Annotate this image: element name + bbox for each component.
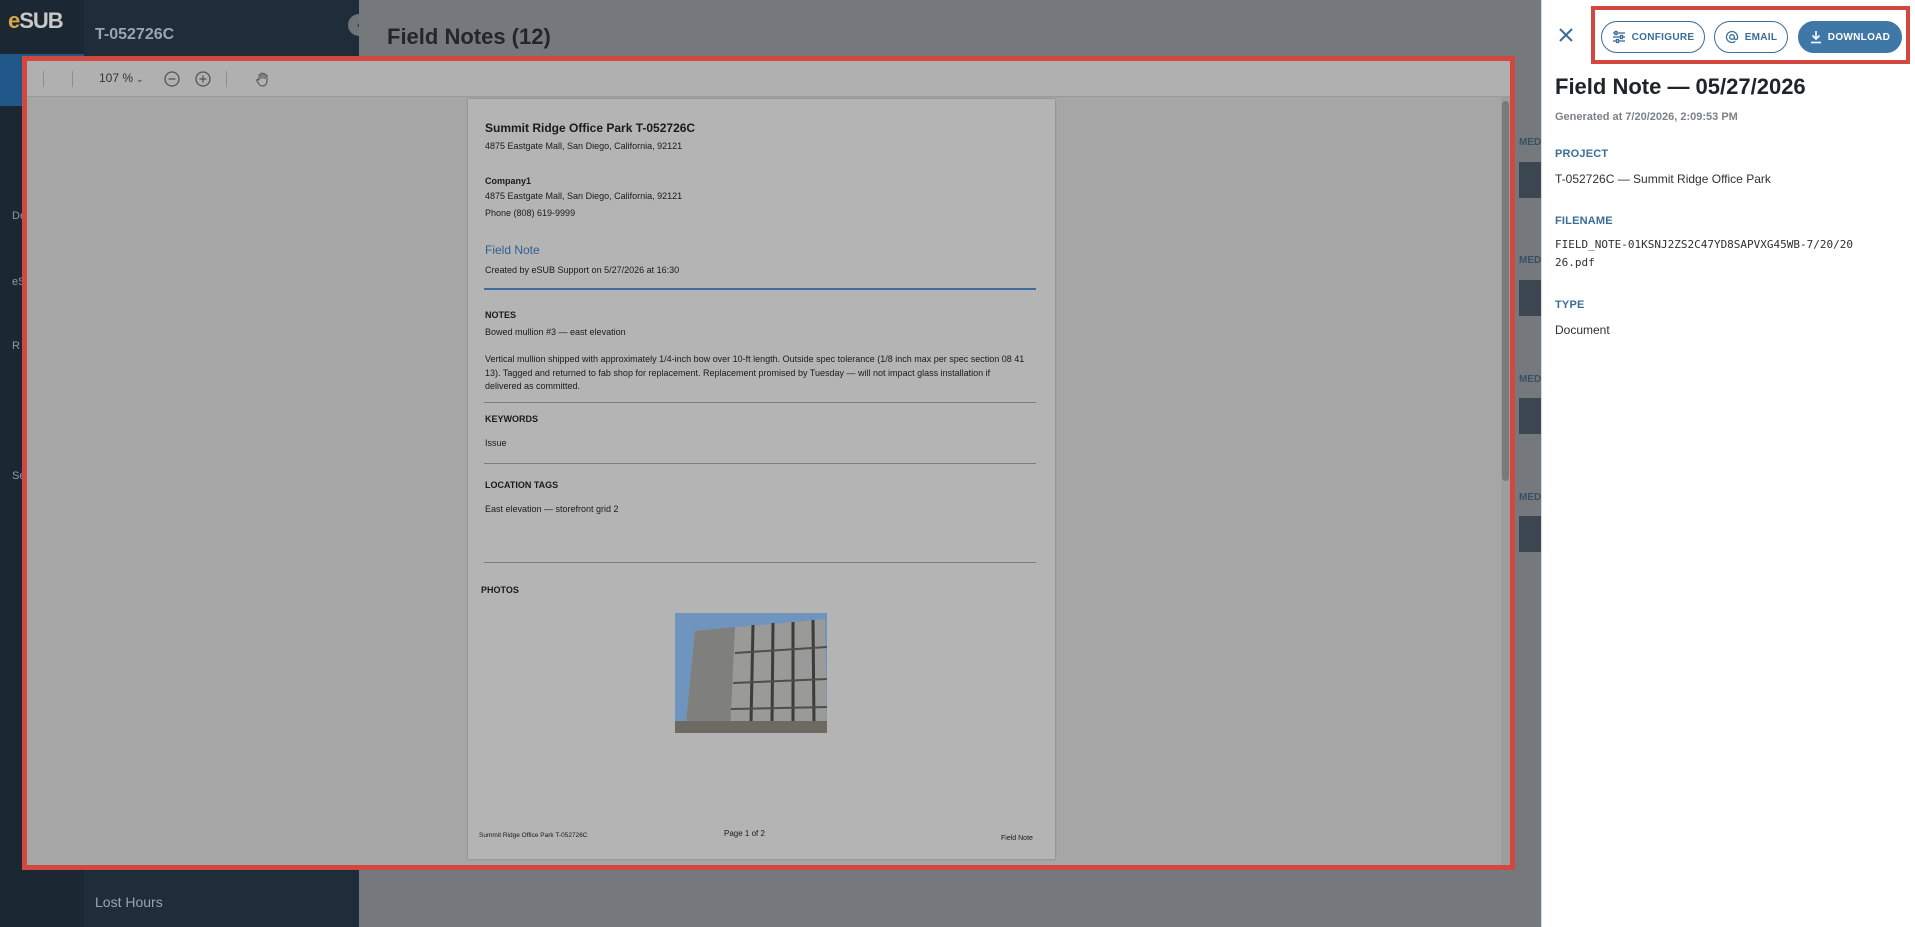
pdf-note-title: Bowed mullion #3 — east elevation bbox=[485, 327, 626, 337]
zoom-select[interactable]: 107 % ⌄ bbox=[99, 71, 144, 85]
pdf-notes-header: NOTES bbox=[485, 310, 517, 320]
sliders-icon bbox=[1612, 30, 1625, 44]
pdf-location: East elevation — storefront grid 2 bbox=[485, 504, 619, 514]
page-title: Field Notes (12) bbox=[387, 24, 551, 49]
download-button[interactable]: DOWNLOAD bbox=[1798, 21, 1902, 53]
zoom-in-icon[interactable] bbox=[193, 69, 213, 89]
toolbar-divider bbox=[226, 71, 227, 87]
at-sign-icon bbox=[1725, 30, 1738, 44]
media-peek-label: MED bbox=[1519, 255, 1542, 266]
pdf-footer-center: Page 1 of 2 bbox=[724, 829, 765, 838]
type-value: Document bbox=[1555, 323, 1610, 337]
pdf-section-rule bbox=[484, 562, 1036, 563]
sidebar-item-lost-hours[interactable]: Lost Hours bbox=[95, 894, 163, 910]
pdf-site-photo bbox=[675, 613, 827, 733]
project-value: T-052726C — Summit Ridge Office Park bbox=[1555, 172, 1771, 186]
viewer-scrollbar[interactable] bbox=[1501, 97, 1510, 865]
pdf-keyword: Issue bbox=[485, 438, 507, 448]
media-peek-label: MED bbox=[1519, 137, 1542, 148]
chevron-down-icon: ⌄ bbox=[136, 74, 144, 84]
pdf-company-address: 4875 Eastgate Mall, San Diego, Californi… bbox=[485, 191, 683, 201]
media-peek-label: MED bbox=[1519, 492, 1542, 503]
hand-tool-icon[interactable] bbox=[253, 69, 273, 89]
sidebar-project-code: T-052726C bbox=[95, 26, 175, 43]
type-label: TYPE bbox=[1555, 299, 1585, 311]
scrollbar-thumb[interactable] bbox=[1502, 101, 1509, 481]
rail-stub-3: R bbox=[12, 340, 20, 352]
toolbar-divider bbox=[72, 71, 73, 87]
pdf-company-name: Company1 bbox=[485, 176, 532, 186]
pdf-doc-type: Field Note bbox=[485, 243, 540, 257]
generated-timestamp: Generated at 7/20/2026, 2:09:53 PM bbox=[1555, 111, 1738, 123]
pdf-section-rule bbox=[484, 463, 1036, 464]
media-peek-thumb bbox=[1519, 162, 1541, 198]
panel-title: Field Note — 05/27/2026 bbox=[1555, 74, 1806, 99]
media-peek-thumb bbox=[1519, 398, 1541, 434]
pdf-toolbar: 107 % ⌄ bbox=[27, 61, 1510, 97]
filename-label: FILENAME bbox=[1555, 215, 1613, 227]
zoom-value: 107 % bbox=[99, 71, 134, 85]
configure-label: CONFIGURE bbox=[1631, 31, 1695, 43]
logo-prefix: e bbox=[8, 8, 20, 33]
pdf-photos-header: PHOTOS bbox=[481, 585, 519, 595]
media-peek-label: MED bbox=[1519, 374, 1542, 385]
zoom-out-icon[interactable] bbox=[162, 69, 182, 89]
detail-panel: CONFIGURE EMAIL DOWNLOAD Field Note — 05… bbox=[1541, 0, 1915, 927]
pdf-header-rule bbox=[484, 288, 1036, 290]
close-icon[interactable] bbox=[1555, 24, 1577, 46]
pdf-section-rule bbox=[484, 402, 1036, 403]
filename-value: FIELD_NOTE-01KSNJ2ZS2C47YD8SAPVXG45WB-7/… bbox=[1555, 238, 1854, 269]
action-buttons-group: CONFIGURE EMAIL DOWNLOAD bbox=[1591, 6, 1910, 64]
pdf-viewer[interactable]: 107 % ⌄ Summit Ridge Office Park T-052726… bbox=[22, 56, 1515, 870]
media-peek-thumb bbox=[1519, 280, 1541, 316]
pdf-keywords-header: KEYWORDS bbox=[485, 414, 539, 424]
esub-logo: eSUB bbox=[8, 8, 64, 34]
logo-suffix: SUB bbox=[19, 8, 63, 33]
download-icon bbox=[1810, 31, 1821, 44]
download-label: DOWNLOAD bbox=[1827, 31, 1891, 43]
pdf-created-line: Created by eSUB Support on 5/27/2026 at … bbox=[485, 265, 680, 275]
pdf-company-phone: Phone (808) 619-9999 bbox=[485, 208, 576, 218]
media-peek-thumb bbox=[1519, 516, 1541, 552]
pdf-footer-right: Field Note bbox=[1001, 835, 1033, 842]
pdf-note-body: Vertical mullion shipped with approximat… bbox=[485, 354, 1025, 391]
project-label: PROJECT bbox=[1555, 148, 1609, 160]
pdf-project-heading: Summit Ridge Office Park T-052726C bbox=[485, 121, 696, 135]
configure-button[interactable]: CONFIGURE bbox=[1601, 21, 1705, 53]
pdf-project-address: 4875 Eastgate Mall, San Diego, Californi… bbox=[485, 141, 683, 151]
pdf-page: Summit Ridge Office Park T-052726C 4875 … bbox=[468, 99, 1055, 859]
pdf-location-header: LOCATION TAGS bbox=[485, 480, 559, 490]
pdf-footer-left: Summit Ridge Office Park T-052726C bbox=[479, 832, 588, 839]
toolbar-divider bbox=[43, 71, 44, 87]
email-button[interactable]: EMAIL bbox=[1714, 21, 1788, 53]
email-label: EMAIL bbox=[1744, 31, 1778, 43]
